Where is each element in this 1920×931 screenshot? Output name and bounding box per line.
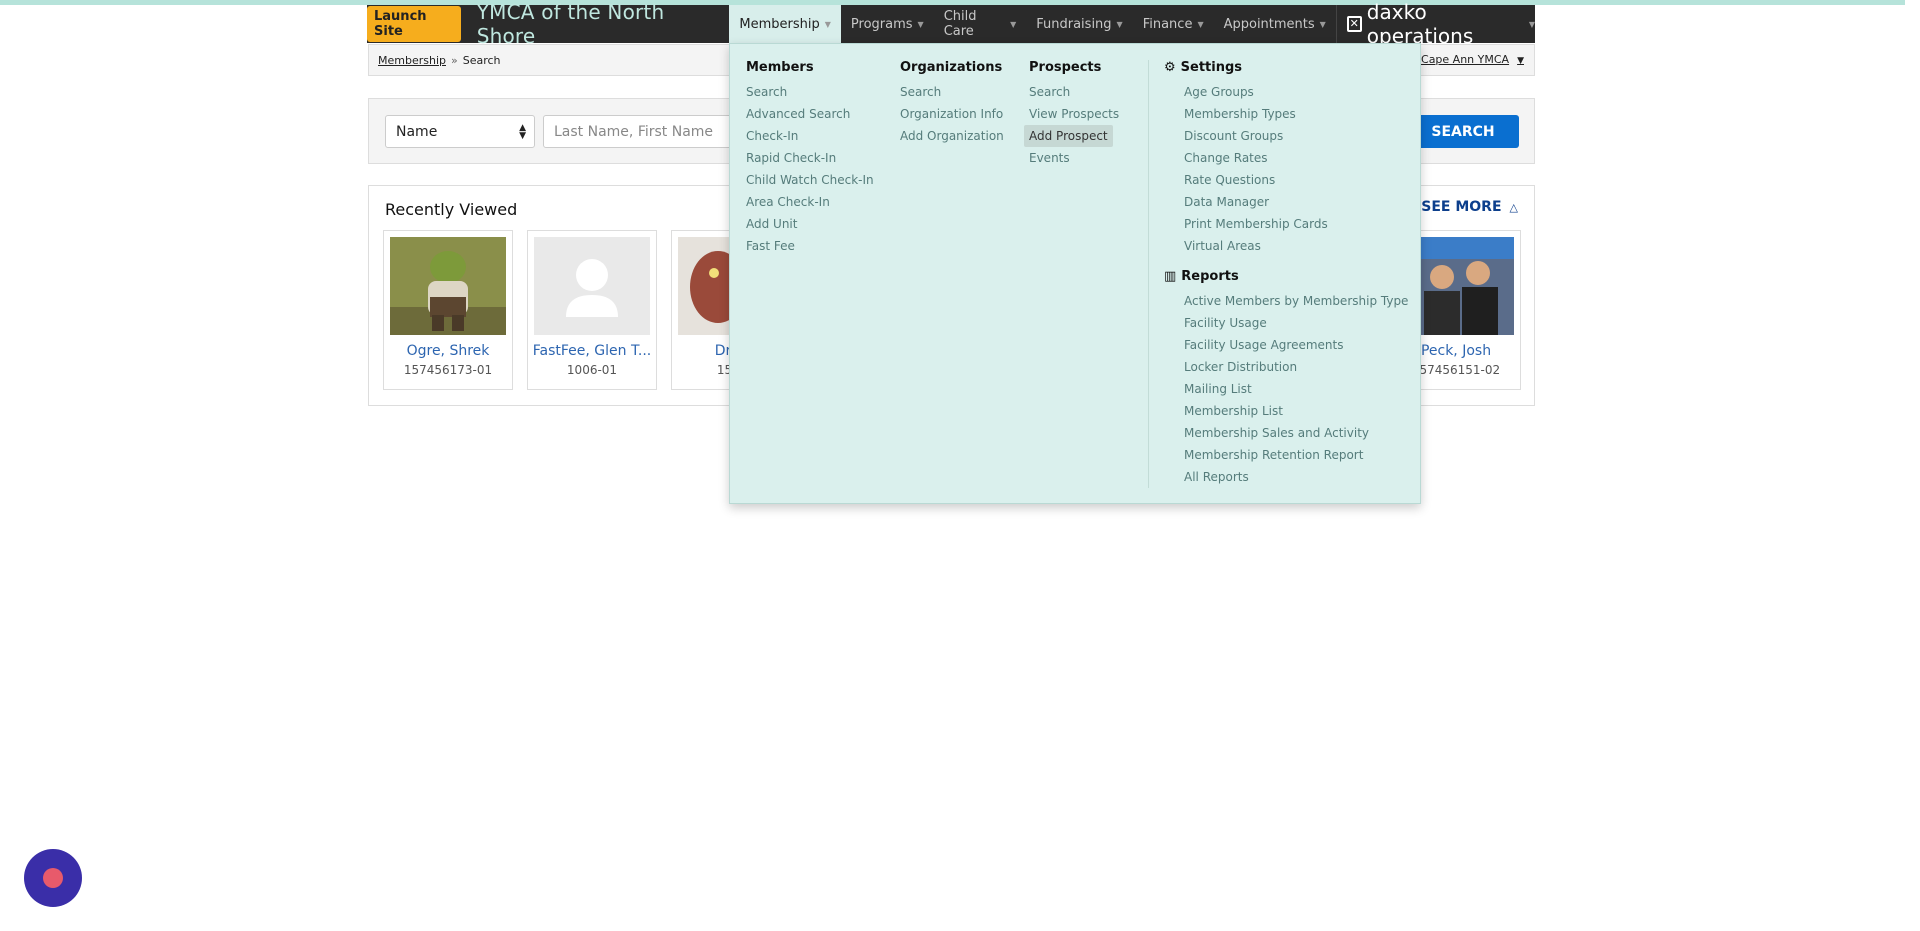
menu-column-members: Members Search Advanced Search Check-In … — [746, 60, 874, 257]
menu-link-members-search[interactable]: Search — [746, 81, 874, 103]
nav-appointments[interactable]: Appointments ▼ — [1214, 5, 1336, 43]
chat-launcher-button[interactable] — [24, 849, 82, 907]
recent-card[interactable]: Ogre, Shrek 157456173-01 — [383, 230, 513, 390]
menu-link-facility-usage[interactable]: Facility Usage — [1184, 312, 1408, 334]
breadcrumb-separator: » — [451, 53, 458, 67]
chevron-down-icon: ▼ — [1010, 19, 1017, 29]
menu-column-settings: ⚙ Settings Age Groups Membership Types Di… — [1164, 60, 1408, 488]
nav-finance[interactable]: Finance ▼ — [1133, 5, 1214, 43]
menu-link-membership-retention-report[interactable]: Membership Retention Report — [1184, 444, 1408, 466]
nav-fundraising[interactable]: Fundraising ▼ — [1026, 5, 1132, 43]
menu-link-discount-groups[interactable]: Discount Groups — [1184, 125, 1408, 147]
menu-link-print-membership-cards[interactable]: Print Membership Cards — [1184, 213, 1408, 235]
recently-viewed-title: Recently Viewed — [385, 200, 518, 219]
launch-site-button[interactable]: Launch Site — [367, 6, 461, 42]
menu-link-area-check-in[interactable]: Area Check-In — [746, 191, 874, 213]
menu-link-view-prospects[interactable]: View Prospects — [1029, 103, 1119, 125]
chevron-down-icon: ▼ — [1197, 19, 1204, 29]
menu-link-membership-types[interactable]: Membership Types — [1184, 103, 1408, 125]
member-id: 1006-01 — [566, 363, 618, 377]
scrollbar[interactable] — [1905, 0, 1920, 931]
menu-link-membership-sales-activity[interactable]: Membership Sales and Activity — [1184, 422, 1408, 444]
menu-column-prospects: Prospects Search View Prospects Add Pros… — [1024, 60, 1119, 169]
menu-link-child-watch-check-in[interactable]: Child Watch Check-In — [746, 169, 874, 191]
breadcrumb-membership-link[interactable]: Membership — [378, 54, 446, 67]
menu-link-add-unit[interactable]: Add Unit — [746, 213, 874, 235]
select-arrows-icon: ▲ ▼ — [519, 123, 526, 141]
menu-heading-organizations: Organizations — [900, 60, 1003, 75]
menu-link-rate-questions[interactable]: Rate Questions — [1184, 169, 1408, 191]
branch-selector[interactable]: Cape Ann YMCA ▼ — [1421, 53, 1524, 66]
menu-heading-members: Members — [746, 60, 814, 75]
menu-link-mailing-list[interactable]: Mailing List — [1184, 378, 1408, 400]
caret-down-icon: ▼ — [1517, 56, 1524, 66]
menu-link-facility-usage-agreements[interactable]: Facility Usage Agreements — [1184, 334, 1408, 356]
menu-link-data-manager[interactable]: Data Manager — [1184, 191, 1408, 213]
menu-link-locker-distribution[interactable]: Locker Distribution — [1184, 356, 1408, 378]
gear-icon: ⚙ — [1164, 60, 1176, 75]
menu-link-membership-list[interactable]: Membership List — [1184, 400, 1408, 422]
avatar-placeholder-icon — [534, 237, 650, 335]
nav-programs[interactable]: Programs ▼ — [841, 5, 934, 43]
membership-dropdown-menu: Members Search Advanced Search Check-In … — [729, 43, 1421, 504]
chevron-down-icon: ▼ — [917, 19, 924, 29]
member-name[interactable]: Ogre, Shrek — [384, 343, 512, 359]
daxko-logo-icon: ✕ — [1346, 16, 1362, 32]
menu-link-change-rates[interactable]: Change Rates — [1184, 147, 1408, 169]
bar-chart-icon: ▥ — [1164, 269, 1177, 284]
search-type-select[interactable]: Name ▲ ▼ — [385, 115, 535, 148]
see-more-button[interactable]: SEE MORE △ — [1421, 199, 1518, 215]
menu-link-active-members-report[interactable]: Active Members by Membership Type — [1184, 290, 1408, 312]
nav-child-care[interactable]: Child Care ▼ — [934, 5, 1027, 43]
menu-column-organizations: Organizations Search Organization Info A… — [900, 60, 1004, 147]
chat-icon — [43, 868, 63, 888]
settings-links: Age Groups Membership Types Discount Gro… — [1164, 81, 1408, 257]
menu-link-events[interactable]: Events — [1029, 147, 1119, 169]
menu-link-prospect-search[interactable]: Search — [1029, 81, 1119, 103]
chevron-down-icon: ▼ — [1528, 19, 1535, 29]
menu-link-fast-fee[interactable]: Fast Fee — [746, 235, 874, 257]
member-name[interactable]: FastFee, Glen T... — [528, 343, 656, 359]
nav-membership[interactable]: Membership ▼ — [729, 5, 841, 43]
chevron-down-icon: ▼ — [824, 19, 831, 29]
menu-link-virtual-areas[interactable]: Virtual Areas — [1184, 235, 1408, 257]
menu-link-rapid-check-in[interactable]: Rapid Check-In — [746, 147, 874, 169]
menu-link-check-in[interactable]: Check-In — [746, 125, 874, 147]
menu-heading-settings: ⚙ Settings — [1164, 60, 1243, 75]
chevron-down-icon: ▼ — [1319, 19, 1326, 29]
menu-divider — [1148, 60, 1149, 488]
menu-link-add-organization[interactable]: Add Organization — [900, 125, 1004, 147]
member-photo — [390, 237, 506, 335]
brand-title[interactable]: YMCA of the North Shore — [477, 0, 712, 48]
breadcrumb-current: Search — [462, 53, 501, 67]
menu-link-all-reports[interactable]: All Reports — [1184, 466, 1408, 488]
top-navbar: Launch Site YMCA of the North Shore Memb… — [367, 0, 1535, 48]
reports-links: Active Members by Membership Type Facili… — [1164, 290, 1408, 488]
search-button[interactable]: SEARCH — [1407, 115, 1519, 148]
menu-link-age-groups[interactable]: Age Groups — [1184, 81, 1408, 103]
daxko-menu[interactable]: ✕ daxko operations ▼ — [1337, 0, 1535, 48]
menu-link-add-prospect[interactable]: Add Prospect — [1024, 125, 1113, 147]
menu-heading-prospects: Prospects — [1029, 60, 1102, 75]
chevron-down-icon: ▼ — [1116, 19, 1123, 29]
recent-card[interactable]: FastFee, Glen T... 1006-01 — [527, 230, 657, 390]
member-id: 157456173-01 — [403, 363, 493, 377]
menu-link-organization-info[interactable]: Organization Info — [900, 103, 1004, 125]
menu-link-advanced-search[interactable]: Advanced Search — [746, 103, 874, 125]
chevron-up-icon: △ — [1509, 201, 1518, 214]
menu-link-org-search[interactable]: Search — [900, 81, 1004, 103]
menu-heading-reports: ▥ Reports — [1164, 269, 1239, 284]
